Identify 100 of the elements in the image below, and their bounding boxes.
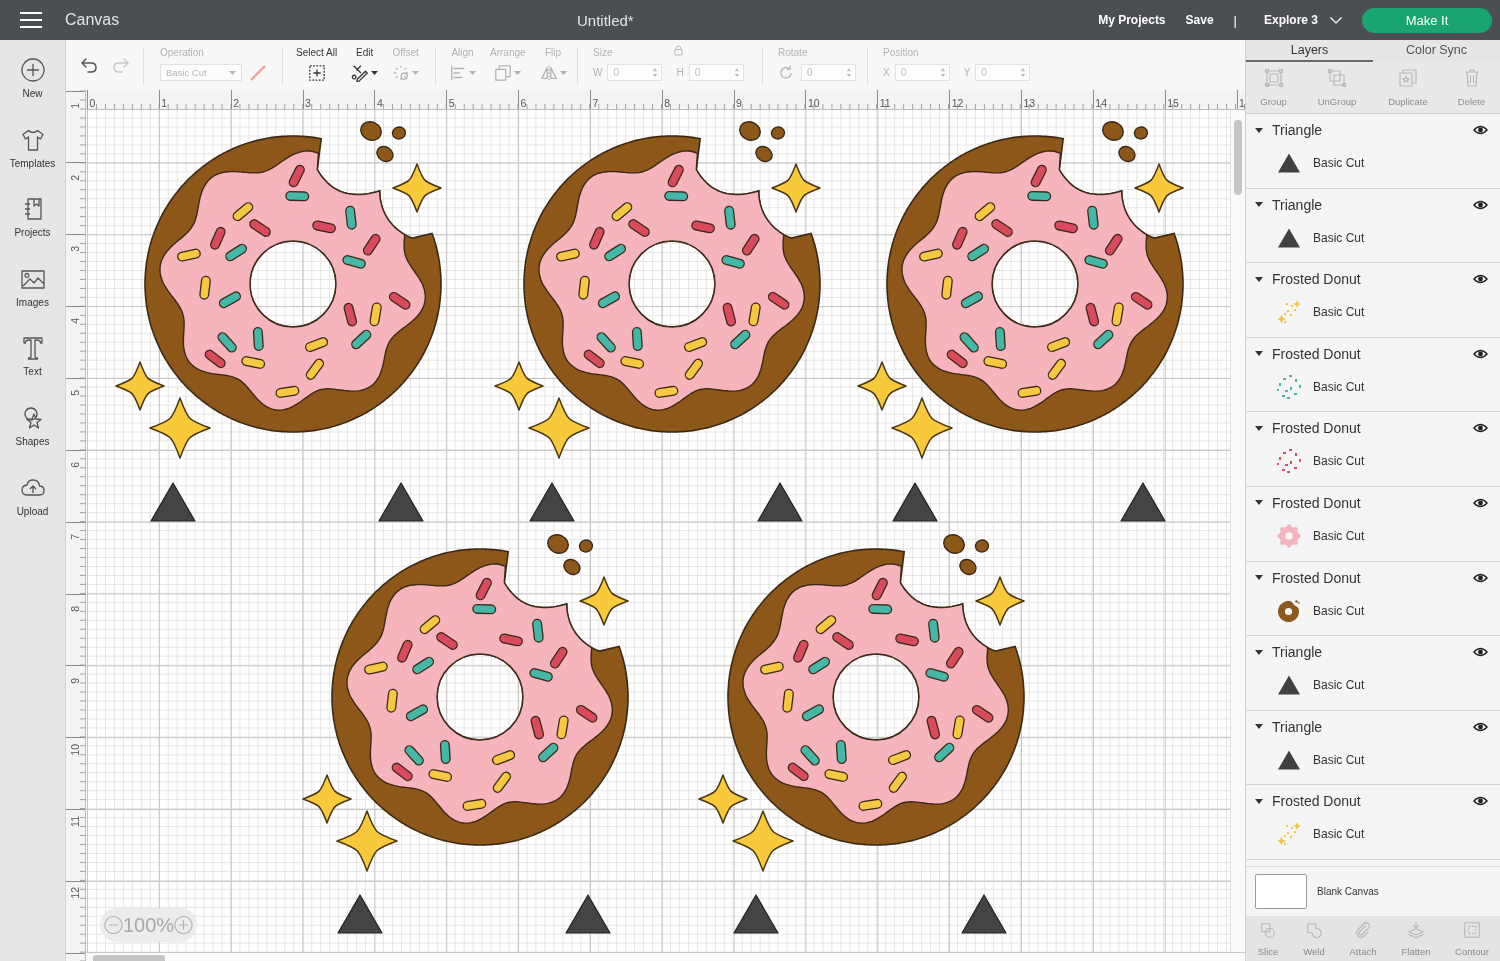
layer-name: Triangle [1272, 196, 1323, 213]
caret-down-icon[interactable] [1255, 649, 1263, 655]
select-all-button[interactable]: Select All [296, 47, 338, 90]
caret-icon [371, 71, 379, 75]
ruler-label: 2 [233, 97, 240, 109]
caret-down-icon[interactable] [1255, 202, 1263, 208]
caret-down-icon[interactable] [1255, 351, 1263, 357]
triangle [150, 482, 196, 522]
sidebar-item[interactable]: Images [0, 262, 65, 333]
caret-down-icon[interactable] [1255, 798, 1263, 804]
layer-item[interactable]: Triangle Basic Cut [1246, 114, 1500, 189]
machine-selector[interactable]: Explore 3 [1263, 13, 1342, 27]
caret-down-icon[interactable] [1255, 127, 1263, 133]
operation-label: Basic Cut [1313, 378, 1365, 396]
ruler-label: 1 [70, 102, 81, 109]
sun-icon [392, 64, 411, 82]
eye-icon[interactable] [1473, 572, 1488, 583]
line-swatch-icon[interactable] [250, 64, 266, 81]
triangle [961, 894, 1007, 934]
eye-icon[interactable] [1473, 796, 1488, 807]
ruler-label: 11 [70, 816, 81, 828]
ruler-label: 10 [807, 97, 820, 109]
triangle [378, 482, 424, 522]
layer-item[interactable]: Frosted Donut Basic Cut [1246, 412, 1500, 487]
caret-icon [469, 71, 476, 75]
eye-icon[interactable] [1473, 497, 1488, 508]
sidebar-item[interactable]: New [0, 54, 65, 124]
ruler-label: 4 [376, 97, 383, 109]
layer-item[interactable]: Triangle Basic Cut [1246, 710, 1500, 786]
axis-label: Y [963, 67, 971, 78]
layer-name: Frosted Donut [1272, 569, 1361, 586]
ruler-label: 15 [1167, 97, 1179, 109]
eye-icon[interactable] [1473, 721, 1488, 732]
axis-label: X [883, 67, 890, 78]
eye-icon[interactable] [1473, 199, 1488, 210]
app-title: Canvas [65, 11, 120, 29]
align-left-icon [449, 64, 467, 82]
layer-item[interactable]: Frosted Donut Basic Cut [1246, 486, 1500, 562]
scrollbar-thumb[interactable] [93, 955, 165, 961]
sidebar-item[interactable]: Templates [0, 123, 65, 194]
panel-tab[interactable]: Color Sync [1373, 40, 1500, 62]
layer-item[interactable]: Frosted Donut Basic Cut [1246, 785, 1500, 860]
caret-down-icon[interactable] [1255, 575, 1263, 581]
axis-label: W [593, 67, 603, 78]
caret-down-icon[interactable] [1255, 425, 1263, 431]
operation-label: Basic Cut [1313, 826, 1365, 844]
caret-down-icon[interactable] [1255, 500, 1263, 506]
ruler-label: 7 [592, 97, 599, 109]
caret-icon [229, 70, 236, 75]
pencil-scissors-icon [351, 64, 370, 82]
operation-label: Basic Cut [1313, 751, 1365, 769]
ruler-label: 9 [70, 677, 81, 684]
scrollbar-thumb[interactable] [1234, 120, 1242, 195]
eye-icon[interactable] [1473, 423, 1488, 434]
caret-down-icon[interactable] [1255, 276, 1263, 282]
weld-icon [1305, 921, 1323, 939]
layer-item[interactable]: Frosted Donut Basic Cut [1246, 337, 1500, 413]
ruler-label: 12 [951, 97, 964, 109]
caret-icon [514, 71, 522, 75]
sidebar-item[interactable]: Projects [0, 193, 65, 263]
triangle [757, 482, 803, 522]
eye-icon[interactable] [1473, 647, 1488, 658]
operation-label: Operation [160, 47, 205, 59]
eye-icon[interactable] [1473, 125, 1488, 135]
ruler-label: 1 [1239, 97, 1245, 109]
top-bar-link[interactable]: My Projects [1098, 13, 1166, 27]
ruler-label: 9 [736, 97, 742, 109]
top-bar-link[interactable]: Save [1185, 13, 1214, 27]
ruler-label: 7 [70, 533, 81, 540]
ungroup-icon [1327, 68, 1347, 88]
canvas-swatch[interactable] [1255, 874, 1307, 909]
eye-icon[interactable] [1473, 348, 1488, 359]
layer-item[interactable]: Triangle Basic Cut [1246, 188, 1500, 264]
edit-button[interactable]: Edit [351, 47, 379, 90]
menu-icon[interactable] [20, 12, 42, 28]
plus-circle-icon [19, 57, 46, 83]
stacked-squares-icon [494, 64, 513, 82]
eye-icon[interactable] [1473, 274, 1488, 285]
ruler-label: 1 [161, 97, 168, 109]
sidebar-item[interactable]: Shapes [0, 401, 65, 472]
duplicate-icon [1398, 68, 1418, 88]
layer-name: Triangle [1272, 644, 1323, 661]
triangle [529, 482, 575, 522]
ruler-label: 5 [448, 97, 455, 109]
caret-icon [559, 71, 567, 75]
layer-item[interactable]: Triangle Basic Cut [1246, 636, 1500, 711]
undo-icon[interactable] [79, 55, 99, 75]
caret-icon [412, 71, 420, 75]
layer-item[interactable]: Frosted Donut Basic Cut [1246, 263, 1500, 338]
sidebar-item[interactable]: Text [0, 332, 65, 402]
caret-down-icon[interactable] [1255, 724, 1263, 730]
layer-name: Frosted Donut [1272, 494, 1361, 511]
sidebar-item[interactable]: Upload [0, 471, 65, 542]
paperclip-icon [1354, 921, 1372, 939]
ruler-label: 8 [70, 605, 81, 612]
layer-item[interactable]: Frosted Donut Basic Cut [1246, 561, 1500, 637]
dashed-square-plus-icon [307, 64, 326, 82]
position-label: Position [883, 47, 920, 59]
mirror-triangles-icon [539, 64, 558, 82]
ruler-label: 6 [70, 461, 81, 468]
